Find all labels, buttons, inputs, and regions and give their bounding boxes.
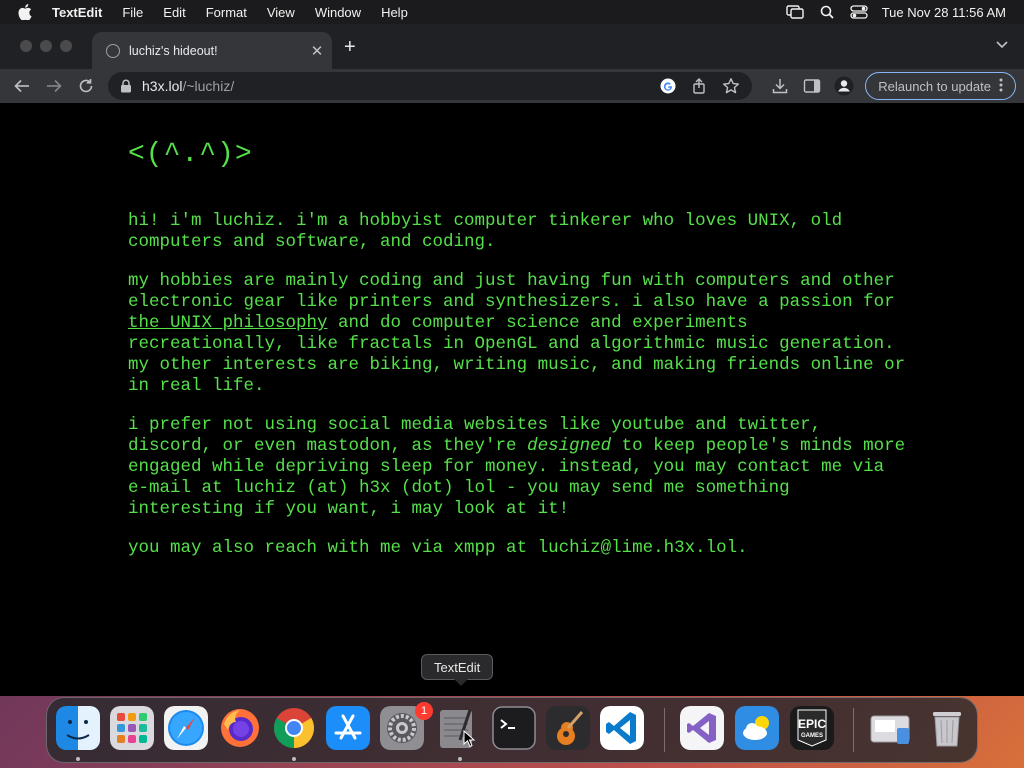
designed-emphasis: designed bbox=[527, 436, 612, 456]
spotlight-search-icon[interactable] bbox=[818, 4, 836, 20]
menu-format[interactable]: Format bbox=[206, 5, 247, 20]
menu-view[interactable]: View bbox=[267, 5, 295, 20]
more-vertical-icon bbox=[999, 78, 1003, 95]
apple-menu-icon[interactable] bbox=[18, 4, 34, 20]
forward-arrow-icon[interactable] bbox=[44, 76, 64, 96]
back-arrow-icon[interactable] bbox=[12, 76, 32, 96]
globe-favicon-icon bbox=[106, 43, 120, 58]
trash-icon[interactable] bbox=[925, 706, 969, 750]
finder-running-indicator bbox=[76, 757, 80, 761]
browser-toolbar: h3x.lol/~luchiz/ Relaunch to update bbox=[0, 69, 1024, 103]
mouse-cursor-icon bbox=[463, 729, 476, 748]
page-logo: <(^.^)> bbox=[128, 139, 253, 170]
menu-clock[interactable]: Tue Nov 28 11:56 AM bbox=[882, 5, 1006, 20]
menu-file[interactable]: File bbox=[122, 5, 143, 20]
visual-studio-icon[interactable] bbox=[680, 706, 724, 750]
chrome-icon[interactable] bbox=[272, 706, 316, 750]
new-tab-button[interactable]: + bbox=[344, 37, 356, 57]
svg-text:EPIC: EPIC bbox=[798, 717, 826, 731]
bookmark-star-icon[interactable] bbox=[722, 77, 740, 95]
hobbies-paragraph: my hobbies are mainly coding and just ha… bbox=[128, 271, 908, 397]
menu-help[interactable]: Help bbox=[381, 5, 408, 20]
menu-edit[interactable]: Edit bbox=[163, 5, 185, 20]
svg-text:GAMES: GAMES bbox=[801, 733, 823, 739]
relaunch-to-update-button[interactable]: Relaunch to update bbox=[865, 72, 1016, 100]
epic-games-icon[interactable]: EPIC GAMES bbox=[790, 706, 834, 750]
launchpad-icon[interactable] bbox=[110, 706, 154, 750]
terminal-icon[interactable] bbox=[492, 706, 536, 750]
zoom-window-button[interactable] bbox=[60, 40, 72, 52]
dock: 1 EPIC GAMES bbox=[46, 697, 978, 763]
textedit-running-indicator bbox=[458, 757, 462, 761]
hobbies-text-before: my hobbies are mainly coding and just ha… bbox=[128, 271, 895, 312]
unix-philosophy-link[interactable]: the UNIX philosophy bbox=[128, 313, 328, 333]
profile-avatar-icon[interactable] bbox=[833, 75, 855, 97]
settings-update-badge: 1 bbox=[415, 702, 433, 720]
app-store-icon[interactable] bbox=[326, 706, 370, 750]
tab-active[interactable]: luchiz's hideout! ✕ bbox=[92, 32, 332, 69]
dock-tooltip: TextEdit bbox=[421, 654, 494, 686]
url-path: /~luchiz/ bbox=[182, 78, 235, 94]
menu-app-name[interactable]: TextEdit bbox=[52, 5, 102, 20]
close-window-button[interactable] bbox=[20, 40, 32, 52]
relaunch-label: Relaunch to update bbox=[878, 78, 991, 94]
menu-bar: TextEdit File Edit Format View Window He… bbox=[0, 0, 1024, 24]
finder-icon[interactable] bbox=[56, 706, 100, 750]
downloads-stack-icon[interactable] bbox=[869, 706, 913, 750]
url-host: h3x.lol bbox=[142, 78, 183, 94]
toolbar-right: Relaunch to update bbox=[769, 72, 1016, 100]
control-center-icon[interactable] bbox=[850, 4, 868, 20]
menu-window[interactable]: Window bbox=[315, 5, 361, 20]
tab-search-chevron-icon[interactable] bbox=[996, 38, 1008, 52]
vscode-icon[interactable] bbox=[600, 706, 644, 750]
address-bar[interactable]: h3x.lol/~luchiz/ bbox=[108, 72, 752, 100]
browser-window: luchiz's hideout! ✕ + h3x.lol/~luchiz/ R… bbox=[0, 24, 1024, 696]
minimize-window-button[interactable] bbox=[40, 40, 52, 52]
weather-icon[interactable] bbox=[735, 706, 779, 750]
side-panel-icon[interactable] bbox=[801, 75, 823, 97]
window-controls bbox=[20, 40, 72, 52]
screen-mirroring-icon[interactable] bbox=[786, 4, 804, 20]
lock-icon[interactable] bbox=[120, 79, 132, 93]
garageband-icon[interactable] bbox=[546, 706, 590, 750]
social-media-paragraph: i prefer not using social media websites… bbox=[128, 415, 908, 520]
download-icon[interactable] bbox=[769, 75, 791, 97]
web-page-content: <(^.^)> hi! i'm luchiz. i'm a hobbyist c… bbox=[0, 103, 1024, 696]
tab-strip: luchiz's hideout! ✕ + bbox=[0, 24, 1024, 69]
dock-separator-2 bbox=[853, 708, 854, 752]
tab-title: luchiz's hideout! bbox=[129, 43, 218, 58]
dock-separator bbox=[664, 708, 665, 752]
reload-icon[interactable] bbox=[76, 76, 96, 96]
share-icon[interactable] bbox=[690, 77, 708, 95]
chrome-running-indicator bbox=[292, 757, 296, 761]
intro-paragraph: hi! i'm luchiz. i'm a hobbyist computer … bbox=[128, 211, 843, 252]
xmpp-paragraph: you may also reach with me via xmpp at l… bbox=[128, 538, 748, 558]
tab-close-icon[interactable]: ✕ bbox=[306, 42, 328, 60]
google-lens-icon[interactable] bbox=[660, 78, 676, 94]
safari-icon[interactable] bbox=[164, 706, 208, 750]
firefox-icon[interactable] bbox=[218, 706, 262, 750]
